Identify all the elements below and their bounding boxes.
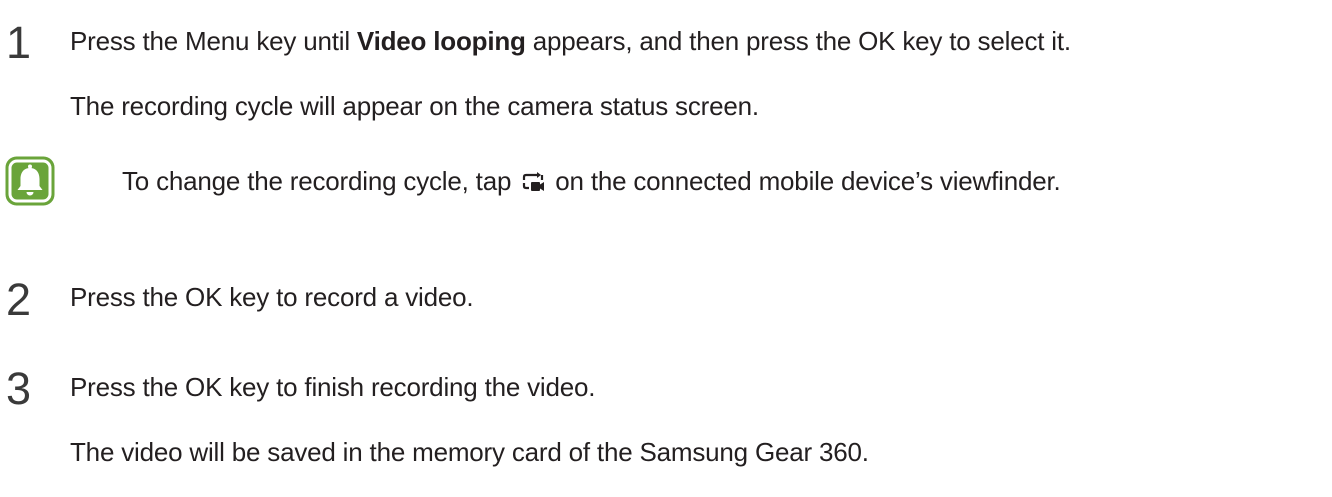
step-instruction: Press the OK key to record a video. (70, 282, 474, 312)
step-detail: The recording cycle will appear on the c… (70, 91, 759, 121)
bell-icon (5, 156, 55, 206)
note-text-before: To change the recording cycle, tap (122, 166, 519, 196)
menu-option-name: Video looping (356, 26, 526, 56)
step-instruction: Press the OK key to finish recording the… (70, 372, 596, 402)
instruction-text-after: appears, and then press the OK key to se… (525, 26, 1071, 56)
step-instruction: Press the Menu key until Video looping a… (70, 28, 1071, 54)
instruction-text-before: Press the Menu key until (70, 26, 357, 56)
note-text: To change the recording cycle, tap on th… (122, 168, 1061, 194)
note-text-after: on the connected mobile device’s viewfin… (548, 166, 1061, 196)
step-number: 3 (6, 363, 32, 414)
step-number: 1 (6, 17, 32, 68)
step-detail: The video will be saved in the memory ca… (70, 437, 869, 467)
step-number: 2 (6, 274, 32, 325)
video-loop-icon (523, 172, 545, 191)
